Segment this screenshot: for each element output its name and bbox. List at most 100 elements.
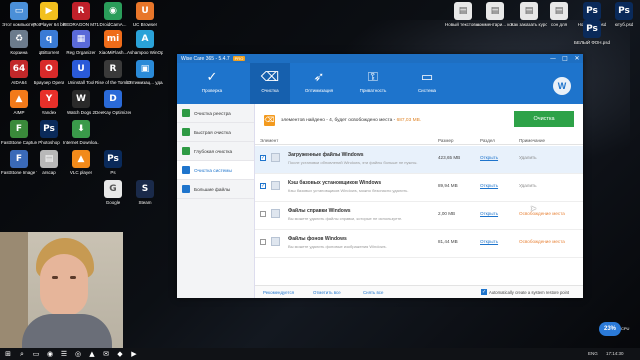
app-icon: A	[136, 30, 154, 48]
desktop-icon[interactable]: Ps Ps	[96, 150, 130, 175]
desktop-icon[interactable]: FFastStone Image Viewer	[1, 150, 37, 175]
app-icon: W	[72, 90, 90, 108]
row-checkbox[interactable]	[260, 211, 266, 217]
title-bar[interactable]: Wise Care 365 - 5.4.7 PRO — □ ✕	[177, 54, 583, 63]
desktop-icon[interactable]: S Steam	[128, 180, 162, 205]
desktop-icon[interactable]: ◉ DroidCamA...	[96, 2, 130, 27]
desktop-icon[interactable]: ♻ Корзина	[2, 30, 36, 55]
tab-system[interactable]: ▭ Система	[407, 63, 447, 104]
desktop-icon-label: Uninstall Tool	[67, 80, 95, 85]
desktop-icon[interactable]: 64 AIDA64	[2, 60, 36, 85]
sidebar-item-registry[interactable]: Очистка реестра	[177, 104, 254, 123]
desktop-icon[interactable]: U UC Browser	[128, 2, 162, 27]
taskbar-app-icon[interactable]: ⊞	[4, 350, 12, 358]
header-element: Элемент	[260, 138, 279, 143]
header-note: Примечание	[519, 138, 546, 143]
desktop-icon-label: Google	[105, 200, 121, 205]
desktop-icon[interactable]: ▶ PotPlayer 64 bit	[32, 2, 66, 27]
desktop-icon[interactable]: ▲ AIMP	[2, 90, 36, 115]
desktop-icon[interactable]: D DeeKay Optimizer	[95, 90, 131, 115]
row-open-link[interactable]: Открыть	[480, 211, 498, 216]
desktop-icon[interactable]: Y Yandex	[32, 90, 66, 115]
desktop-icon[interactable]: Ps БЕЛЫЙ ФОН.psd	[574, 20, 610, 45]
desktop-icon[interactable]: ▤ arscap	[32, 150, 66, 175]
desktop-icon[interactable]: W Watch Dogs 2	[64, 90, 98, 115]
desktop-icon[interactable]: q qBittorrent	[32, 30, 66, 55]
desktop-icon[interactable]: U Uninstall Tool	[64, 60, 98, 85]
system-clean-icon	[182, 166, 190, 174]
desktop-icon[interactable]: ▤ комментари... конкурс	[477, 2, 513, 27]
table-row[interactable]: Файлы фонов Windows Вы можете удалить фо…	[255, 230, 583, 258]
recommended-link[interactable]: Рекомендуется	[263, 290, 294, 295]
webcam-person-face	[40, 254, 88, 316]
desktop-icon-label: Ps	[110, 170, 116, 175]
desktop-icon[interactable]: R Rise of the Tomb Raider	[95, 60, 131, 85]
webcam-person-eye	[52, 276, 58, 279]
desktop-icon[interactable]: Ps ютуб.psd	[607, 2, 640, 27]
tray-language[interactable]: ENG	[588, 351, 598, 356]
desktop-icon[interactable]: ▤Как заказать курсив мой	[511, 2, 547, 27]
desktop-icon[interactable]: O Браузер Opera	[32, 60, 66, 85]
app-icon: ▤	[550, 2, 568, 20]
mouse-cursor-icon: ➤	[530, 204, 537, 213]
desktop-icon[interactable]: ▣ Оптимизац... удаленный	[127, 60, 163, 85]
minimize-button[interactable]: —	[547, 54, 559, 63]
row-checkbox[interactable]: ✓	[260, 155, 266, 161]
taskbar-app-icon[interactable]: ◆	[116, 350, 124, 358]
restore-point-checkbox[interactable]: ✓	[481, 289, 487, 295]
desktop-icon[interactable]: R REDRAGON M711-FPS	[63, 2, 99, 27]
row-checkbox[interactable]: ✓	[260, 183, 266, 189]
taskbar: ⊞ ⌕ ▭ ◉ ☰ ◎ ▲ ✉ ◆ ▶ ENG 17:14:30	[0, 348, 640, 360]
tab-privacy[interactable]: ⚿ Приватность	[353, 63, 393, 104]
desktop-icon[interactable]: ⬇ Internet Downloa...	[63, 120, 99, 145]
webcam-overlay	[0, 232, 123, 348]
desktop-icon[interactable]: ▦ Reg Organizer	[64, 30, 98, 55]
taskbar-app-icon[interactable]: ◉	[46, 350, 54, 358]
table-row[interactable]: ✓ Загруженные файлы Windows После устано…	[255, 146, 583, 174]
desktop-icon[interactable]: ▭ Этот компьютер	[2, 2, 36, 27]
taskbar-app-icon[interactable]: ⌕	[18, 350, 26, 358]
tab-check[interactable]: ✓ Проверка	[192, 63, 232, 104]
sidebar-item-quick-clean[interactable]: Быстрая очистка	[177, 123, 254, 142]
desktop-icon[interactable]: mi XiaoMiFlash...	[96, 30, 130, 55]
uncheck-all-link[interactable]: Снять все	[363, 290, 383, 295]
tab-cleanup[interactable]: ⌫ Очистка	[250, 63, 290, 104]
table-row[interactable]: ✓ Кэш базовых установщиков Windows Кэш б…	[255, 174, 583, 202]
row-open-link[interactable]: Открыть	[480, 239, 498, 244]
download-icon	[271, 153, 280, 162]
close-button[interactable]: ✕	[571, 54, 583, 63]
row-open-link[interactable]: Открыть	[480, 155, 498, 160]
desktop-icon[interactable]: ▲ VLC player	[64, 150, 98, 175]
row-checkbox[interactable]	[260, 239, 266, 245]
desktop-icon-label: Yandex	[41, 110, 57, 115]
desktop-icon[interactable]: ▤ Новый текстовы...	[445, 2, 481, 27]
desktop-icon[interactable]: ▤ сон для	[542, 2, 576, 27]
taskbar-app-icon[interactable]: ☰	[60, 350, 68, 358]
desktop-icon[interactable]: Ps Photoshop	[32, 120, 66, 145]
tray-clock[interactable]: 17:14:30	[606, 351, 624, 356]
check-all-link[interactable]: Отметить все	[313, 290, 341, 295]
sidebar-item-big-files[interactable]: Большие файлы	[177, 180, 254, 199]
sidebar-item-deep-clean[interactable]: Глубокая очистка	[177, 142, 254, 161]
taskbar-app-icon[interactable]: ▶	[130, 350, 138, 358]
taskbar-app-icon[interactable]: ◎	[74, 350, 82, 358]
cpu-widget[interactable]: 23%	[599, 322, 621, 336]
desktop-icon-label: AIMP	[13, 110, 25, 115]
header-size: Размер	[438, 138, 454, 143]
tab-optimization[interactable]: ➶ Оптимизация	[299, 63, 339, 104]
maximize-button[interactable]: □	[559, 54, 571, 63]
desktop-icon-label: Steam	[138, 200, 152, 205]
desktop-icon[interactable]: A Ashampoo WinOptimi...	[127, 30, 163, 55]
clean-button[interactable]: Очистка	[514, 111, 574, 127]
desktop-icon[interactable]: G Google	[96, 180, 130, 205]
desktop-icon[interactable]: F FastStone Capture	[1, 120, 37, 145]
sidebar-item-system-clean[interactable]: Очистка системы	[177, 161, 254, 180]
row-open-link[interactable]: Открыть	[480, 183, 498, 188]
taskbar-app-icon[interactable]: ✉	[102, 350, 110, 358]
app-icon: D	[104, 90, 122, 108]
taskbar-app-icon[interactable]: ▭	[32, 350, 40, 358]
wise-logo[interactable]: W	[553, 77, 571, 95]
taskbar-app-icon[interactable]: ▲	[88, 350, 96, 358]
big-files-icon	[182, 185, 190, 193]
desktop-icon-label: Watch Dogs 2	[66, 110, 96, 115]
